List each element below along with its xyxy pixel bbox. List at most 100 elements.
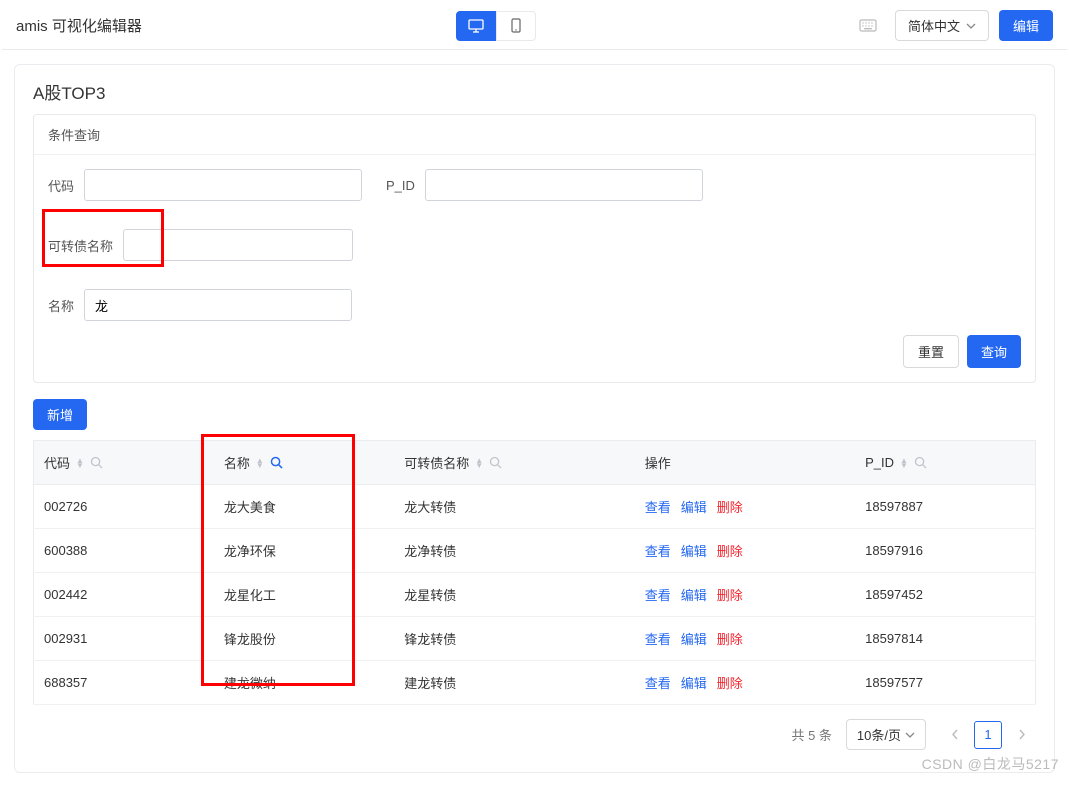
column-header-code[interactable]: 代码 ▲▼ (34, 441, 214, 485)
page-number[interactable]: 1 (974, 721, 1002, 749)
edit-link[interactable]: 编辑 (681, 676, 707, 691)
filter-item-name: 名称 (48, 289, 1021, 321)
edit-link[interactable]: 编辑 (681, 588, 707, 603)
table-row: 688357建龙微纳建龙转债查看编辑删除18597577 (34, 661, 1036, 705)
cell-bond: 龙大转债 (394, 485, 634, 529)
filter-item-code: 代码 (48, 169, 362, 201)
column-header-name[interactable]: 名称 ▲▼ (214, 441, 394, 485)
cell-name: 锋龙股份 (214, 617, 394, 661)
cell-bond: 锋龙转债 (394, 617, 634, 661)
cell-code: 600388 (34, 529, 214, 573)
chevron-down-icon (905, 732, 915, 738)
sort-icon: ▲▼ (900, 458, 908, 468)
filter-label-pid: P_ID (386, 178, 415, 193)
app-title: amis 可视化编辑器 (16, 15, 142, 36)
cell-pid: 18597887 (855, 485, 1035, 529)
cell-pid: 18597814 (855, 617, 1035, 661)
view-link[interactable]: 查看 (645, 632, 671, 647)
delete-link[interactable]: 删除 (717, 588, 743, 603)
topbar: amis 可视化编辑器 简体中文 编辑 (2, 2, 1067, 50)
language-label: 简体中文 (908, 16, 960, 35)
panel-title: A股TOP3 (15, 65, 1054, 114)
pid-input[interactable] (425, 169, 703, 201)
table-row: 002726龙大美食龙大转债查看编辑删除 18597887 (34, 485, 1036, 529)
query-button[interactable]: 查询 (967, 335, 1021, 368)
next-page-button[interactable] (1008, 721, 1036, 749)
device-switcher (142, 11, 851, 41)
cell-pid: 18597577 (855, 661, 1035, 705)
cell-code: 688357 (34, 661, 214, 705)
edit-link[interactable]: 编辑 (681, 632, 707, 647)
cell-bond: 龙星转债 (394, 573, 634, 617)
column-header-bond[interactable]: 可转债名称 ▲▼ (394, 441, 634, 485)
table-row: 600388龙净环保龙净转债查看编辑删除18597916 (34, 529, 1036, 573)
bond-input[interactable] (123, 229, 353, 261)
chevron-left-icon (951, 729, 958, 740)
table-wrap: 代码 ▲▼ 名称 ▲▼ (33, 440, 1036, 705)
cell-pid: 18597916 (855, 529, 1035, 573)
search-icon (90, 456, 103, 469)
code-input[interactable] (84, 169, 362, 201)
prev-page-button[interactable] (940, 721, 968, 749)
device-desktop-button[interactable] (456, 11, 496, 41)
topbar-right: 简体中文 编辑 (851, 10, 1053, 41)
column-header-pid[interactable]: P_ID ▲▼ (855, 441, 1035, 485)
panel-body: 条件查询 代码 P_ID 可转债名称 名称 (15, 114, 1054, 772)
device-mobile-button[interactable] (496, 11, 536, 41)
edit-link[interactable]: 编辑 (681, 544, 707, 559)
chevron-right-icon (1019, 729, 1026, 740)
table-row: 002442龙星化工龙星转债查看编辑删除18597452 (34, 573, 1036, 617)
cell-code: 002726 (34, 485, 214, 529)
filter-item-bond: 可转债名称 (48, 229, 353, 261)
sort-icon: ▲▼ (475, 458, 483, 468)
language-select[interactable]: 简体中文 (895, 10, 989, 41)
delete-link[interactable]: 删除 (717, 544, 743, 559)
reset-button[interactable]: 重置 (903, 335, 959, 368)
filter-label-code: 代码 (48, 176, 74, 195)
cell-code: 002931 (34, 617, 214, 661)
pagination: 1 (940, 721, 1036, 749)
cell-bond: 龙净转债 (394, 529, 634, 573)
cell-name: 建龙微纳 (214, 661, 394, 705)
filter-label-name: 名称 (48, 296, 74, 315)
view-link[interactable]: 查看 (645, 676, 671, 691)
main-panel: A股TOP3 条件查询 代码 P_ID 可转债名称 (14, 64, 1055, 773)
edit-link[interactable]: 编辑 (681, 500, 707, 515)
mobile-icon (511, 18, 521, 33)
edit-button[interactable]: 编辑 (999, 10, 1053, 41)
keyboard-icon[interactable] (851, 15, 885, 36)
search-icon (489, 456, 502, 469)
chevron-down-icon (966, 23, 976, 29)
add-button[interactable]: 新增 (33, 399, 87, 430)
sort-icon: ▲▼ (76, 458, 84, 468)
cell-ops: 查看编辑删除 (635, 573, 855, 617)
data-table: 代码 ▲▼ 名称 ▲▼ (33, 440, 1036, 705)
cell-name: 龙净环保 (214, 529, 394, 573)
cell-ops: 查看编辑删除 (635, 617, 855, 661)
table-row: 002931锋龙股份锋龙转债查看编辑删除18597814 (34, 617, 1036, 661)
view-link[interactable]: 查看 (645, 500, 671, 515)
cell-ops: 查看编辑删除 (635, 661, 855, 705)
search-icon (914, 456, 927, 469)
toolbar: 新增 (33, 399, 1036, 430)
filter-title: 条件查询 (34, 115, 1035, 155)
view-link[interactable]: 查看 (645, 544, 671, 559)
cell-ops: 查看编辑删除 (635, 529, 855, 573)
cell-name: 龙大美食 (214, 485, 394, 529)
filter-item-pid: P_ID (386, 169, 703, 201)
name-input[interactable] (84, 289, 352, 321)
delete-link[interactable]: 删除 (717, 676, 743, 691)
cell-name: 龙星化工 (214, 573, 394, 617)
desktop-icon (468, 19, 484, 33)
cell-code: 002442 (34, 573, 214, 617)
cell-bond: 建龙转债 (394, 661, 634, 705)
delete-link[interactable]: 删除 (717, 632, 743, 647)
view-link[interactable]: 查看 (645, 588, 671, 603)
column-header-ops: 操作 (635, 441, 855, 485)
table-footer: 共 5 条 10条/页 1 (33, 705, 1036, 754)
filter-label-bond: 可转债名称 (48, 236, 113, 255)
total-count: 共 5 条 (791, 725, 831, 744)
filter-panel: 条件查询 代码 P_ID 可转债名称 名称 (33, 114, 1036, 383)
page-size-select[interactable]: 10条/页 (846, 719, 926, 750)
delete-link[interactable]: 删除 (717, 500, 743, 515)
